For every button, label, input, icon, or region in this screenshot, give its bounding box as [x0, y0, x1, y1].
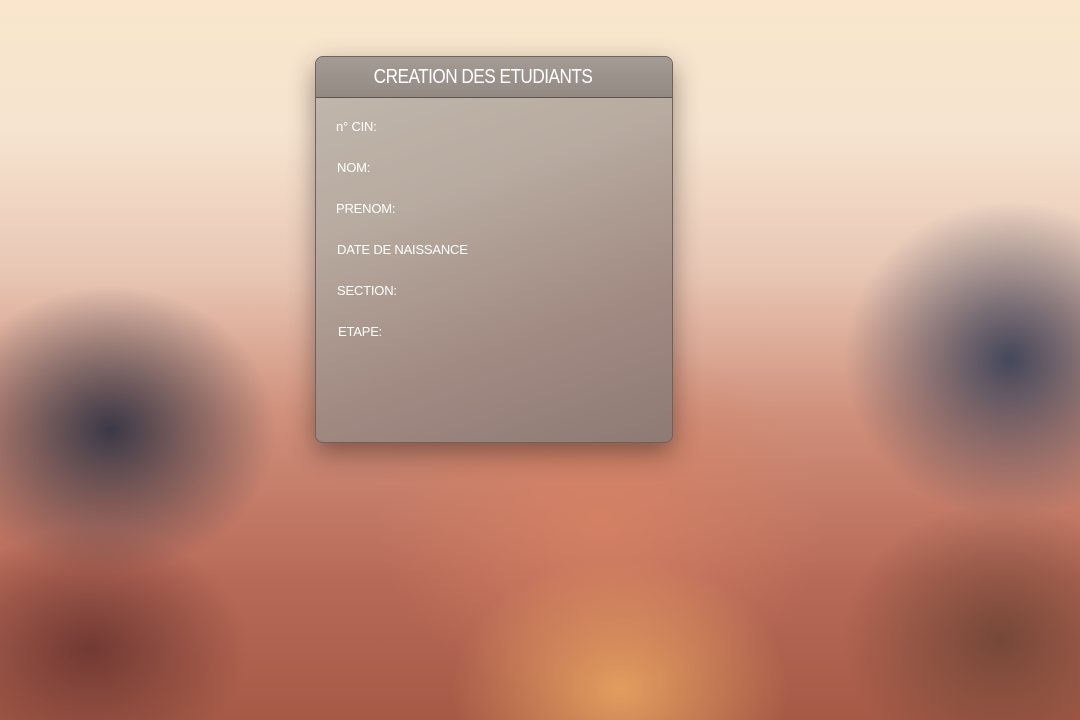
section-input[interactable]: [476, 281, 646, 301]
form-title: CREATION DES ETUDIANTS: [373, 66, 593, 88]
nom-label: NOM:: [337, 160, 371, 175]
student-creation-form: CREATION DES ETUDIANTS n° CIN: NOM: PREN…: [315, 56, 673, 443]
prenom-input[interactable]: [476, 199, 646, 219]
date-naissance-label: DATE DE NAISSANCE: [337, 242, 468, 257]
etape-input[interactable]: [476, 322, 646, 342]
nom-input[interactable]: [476, 158, 646, 178]
prenom-label: PRENOM:: [336, 201, 396, 216]
etape-label: ETAPE:: [338, 324, 383, 339]
date-naissance-input[interactable]: [476, 240, 646, 260]
cin-label: n° CIN:: [336, 119, 377, 134]
form-header: CREATION DES ETUDIANTS: [316, 57, 672, 98]
section-label: SECTION:: [337, 283, 397, 298]
cin-input[interactable]: [476, 117, 646, 137]
